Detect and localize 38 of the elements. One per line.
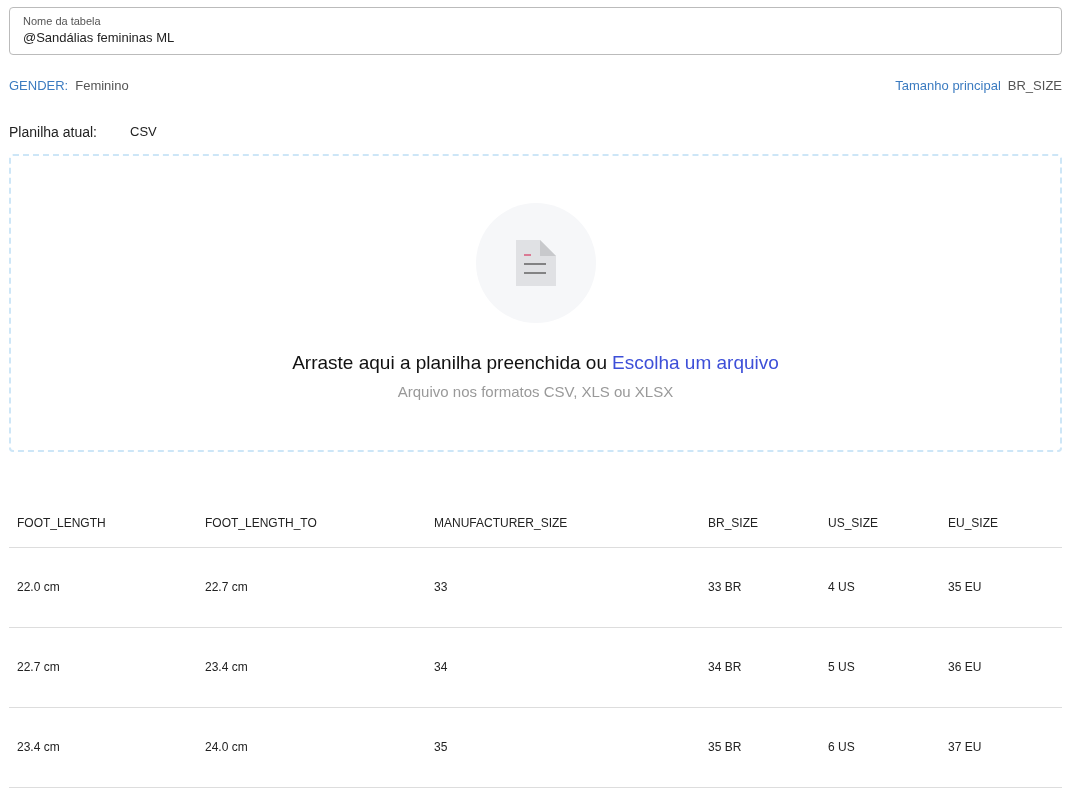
- table-name-field[interactable]: Nome da tabela @Sandálias femininas ML: [9, 7, 1062, 55]
- field-input[interactable]: @Sandálias femininas ML: [23, 29, 1048, 47]
- table-cell: 23.4 cm: [17, 740, 60, 754]
- table-cell: 23.4 cm: [205, 660, 248, 674]
- gender-value: Feminino: [75, 77, 129, 95]
- main-size-value: BR_SIZE: [1007, 77, 1062, 95]
- table-cell: 24.0 cm: [205, 740, 248, 754]
- main-size-label: Tamanho principal: [895, 77, 1001, 95]
- table-cell: 37 EU: [948, 740, 982, 754]
- table-cell: 35 EU: [948, 580, 982, 594]
- table-cell: 34: [434, 660, 448, 674]
- table-cell: 5 US: [828, 660, 855, 674]
- column-header: EU_SIZE: [948, 516, 998, 530]
- dropzone-text: Arraste aqui a planilha preenchida ou: [292, 350, 607, 375]
- document-icon: [515, 239, 556, 286]
- table-cell: 22.7 cm: [205, 580, 248, 594]
- field-label: Nome da tabela: [23, 15, 102, 28]
- current-sheet-value: CSV: [130, 123, 157, 142]
- column-header: BR_SIZE: [708, 516, 758, 530]
- column-header: MANUFACTURER_SIZE: [434, 516, 568, 530]
- table-cell: 34 BR: [708, 660, 742, 674]
- gender-label: GENDER:: [9, 77, 69, 95]
- column-header: FOOT_LENGTH: [17, 516, 106, 530]
- table-cell: 35 BR: [708, 740, 742, 754]
- table-cell: 33: [434, 580, 448, 594]
- table-cell: 36 EU: [948, 660, 982, 674]
- table-cell: 33 BR: [708, 580, 742, 594]
- column-header: FOOT_LENGTH_TO: [205, 516, 317, 530]
- choose-file-link[interactable]: Escolha um arquivo: [611, 350, 779, 375]
- file-dropzone[interactable]: Arraste aqui a planilha preenchida ou Escolha um arquivo Arquivo nos formatos CSV, XLS ou XLSX: [9, 153, 1062, 452]
- table-cell: 22.0 cm: [17, 580, 60, 594]
- current-sheet-label: Planilha atual:: [9, 122, 98, 142]
- table-cell: 22.7 cm: [17, 660, 60, 674]
- table-cell: 4 US: [828, 580, 855, 594]
- column-header: US_SIZE: [828, 516, 878, 530]
- table-cell: 35: [434, 740, 448, 754]
- table-cell: 6 US: [828, 740, 855, 754]
- dropzone-hint: Arquivo nos formatos CSV, XLS ou XLSX: [397, 381, 674, 402]
